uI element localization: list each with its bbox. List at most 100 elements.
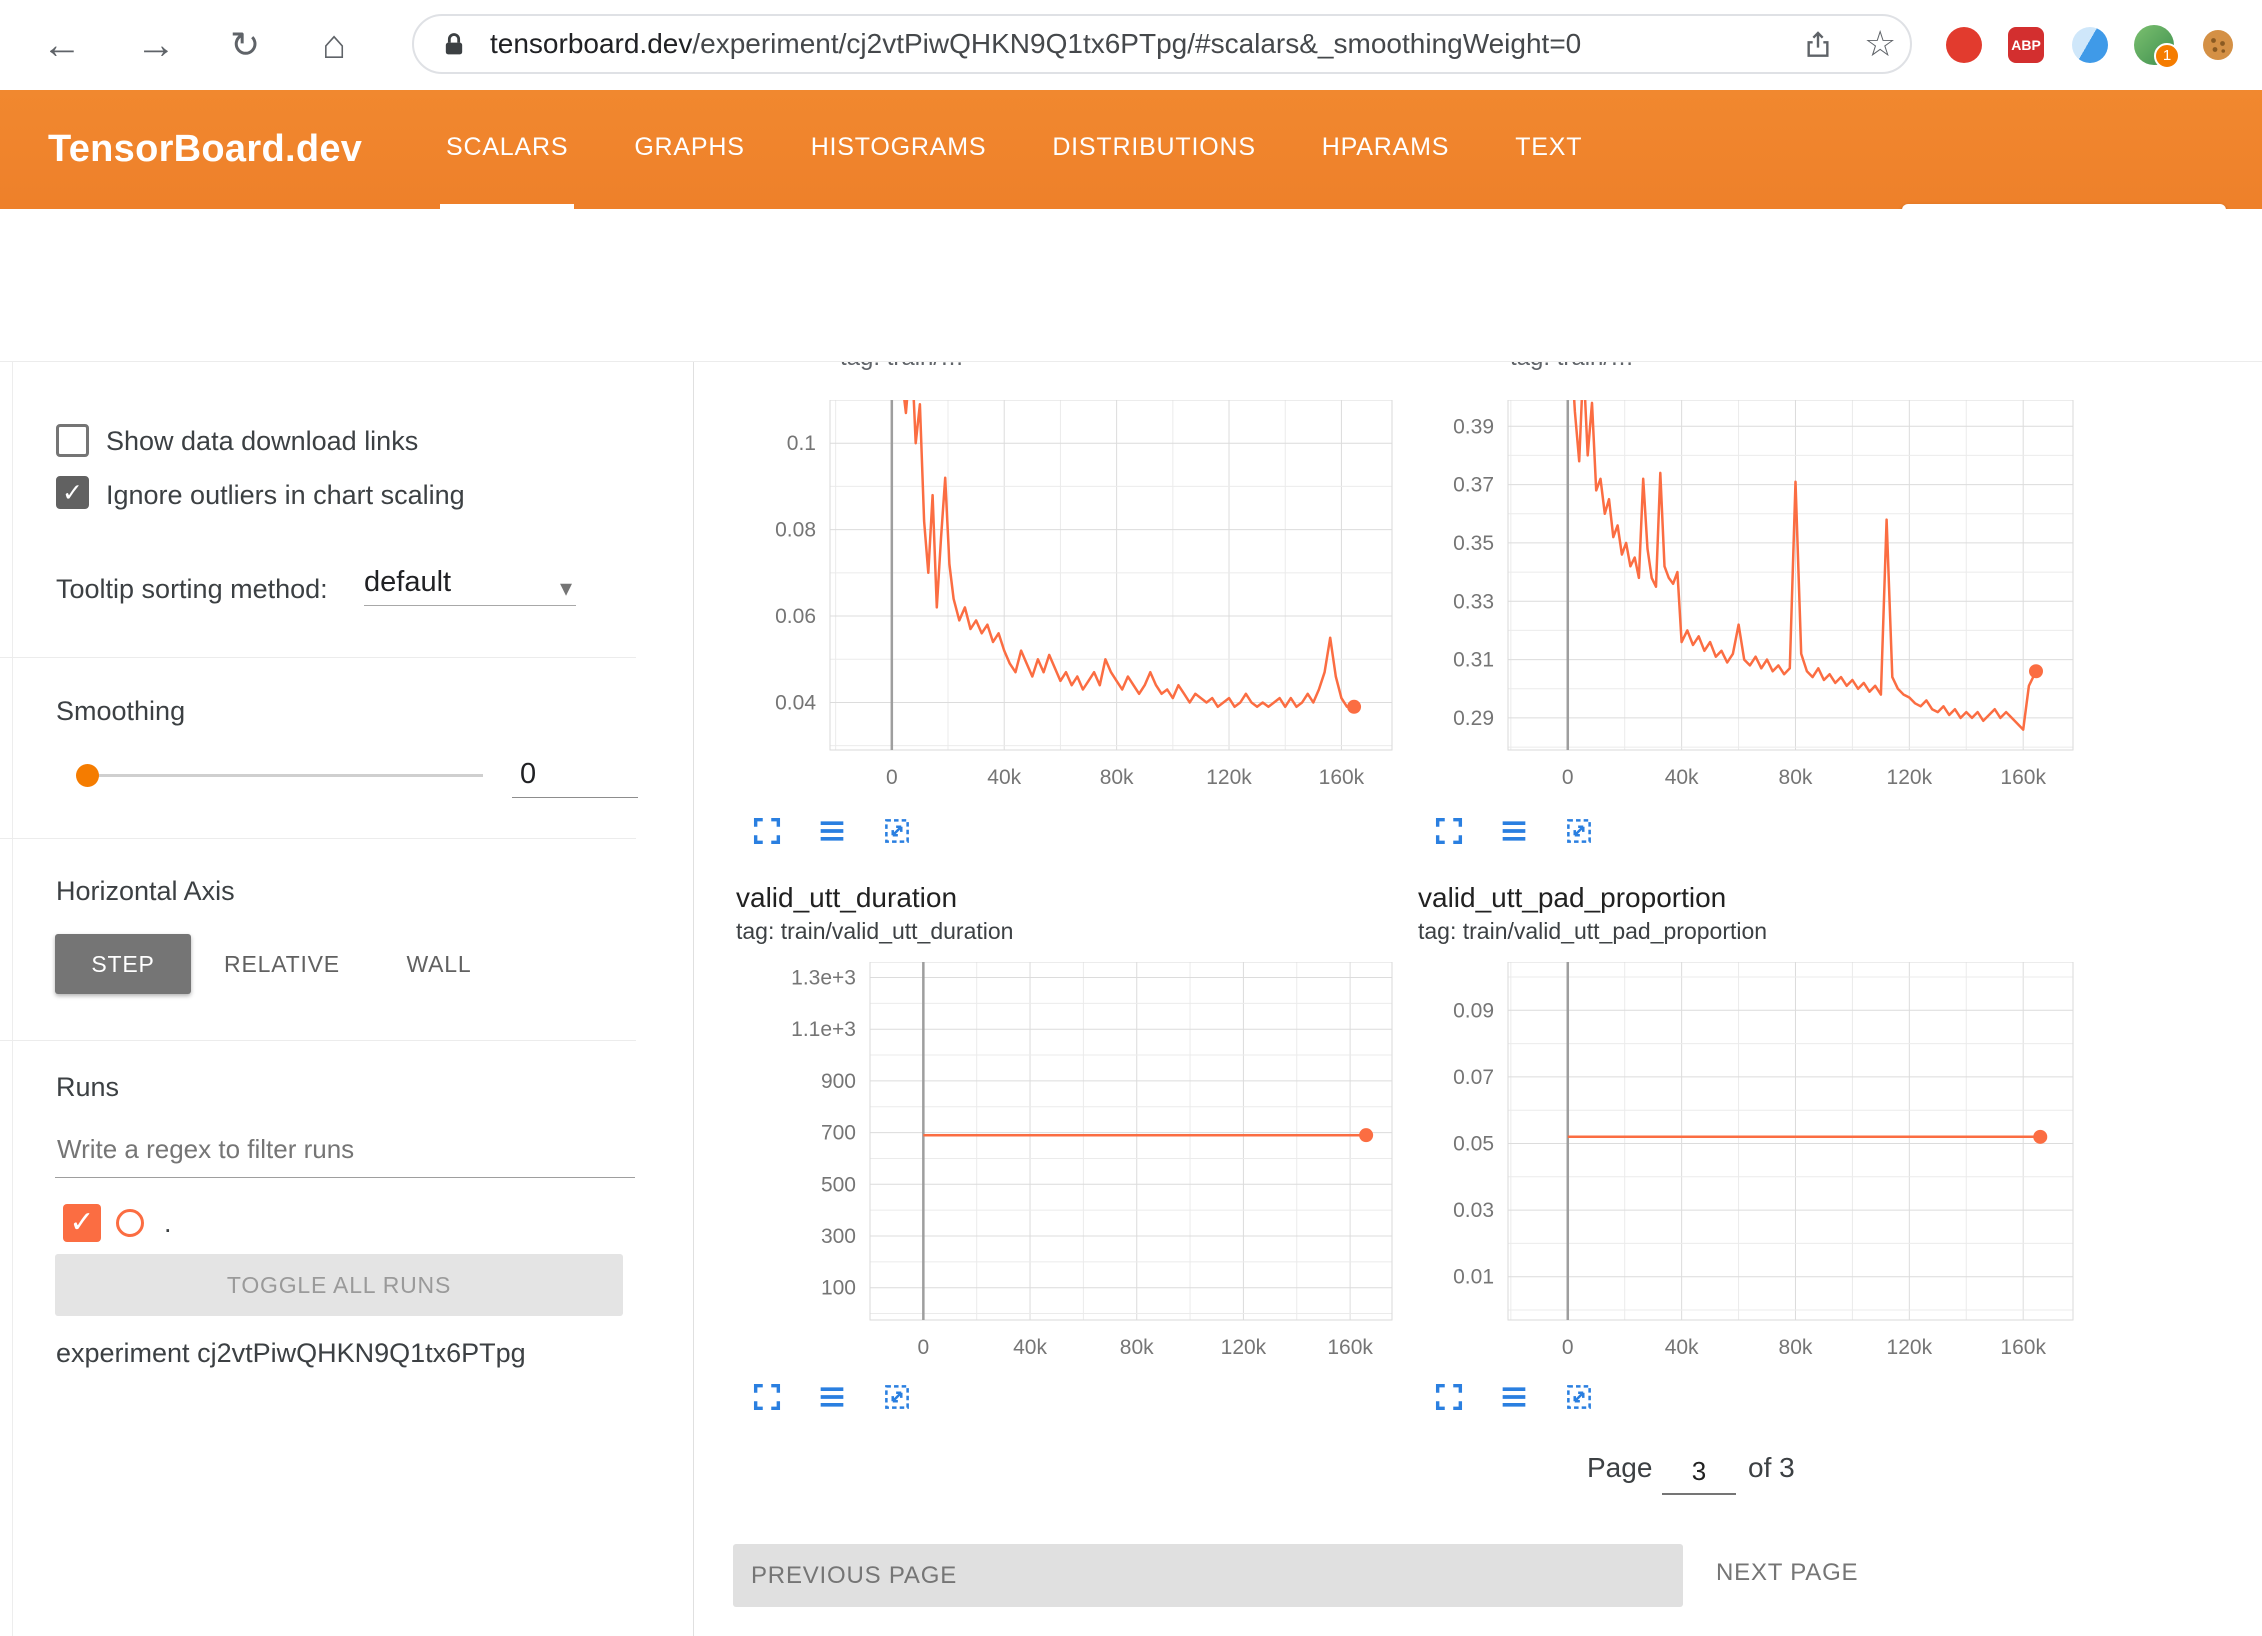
fit-domain-icon[interactable] — [1562, 1380, 1596, 1414]
reload-icon[interactable]: ↻ — [230, 0, 260, 90]
tab-hparams[interactable]: HPARAMS — [1316, 90, 1455, 209]
axis-relative-button[interactable]: RELATIVE — [191, 934, 373, 994]
tab-histograms[interactable]: HISTOGRAMS — [805, 90, 993, 209]
svg-text:0.01: 0.01 — [1453, 1266, 1494, 1289]
show-download-links-label: Show data download links — [106, 426, 418, 457]
data-lines-icon[interactable] — [815, 1380, 849, 1414]
address-bar[interactable]: tensorboard.dev/experiment/cj2vtPiwQHKN9… — [412, 14, 1912, 74]
profile-avatar[interactable]: 1 — [2134, 25, 2174, 65]
previous-page-button[interactable]: PREVIOUS PAGE — [733, 1544, 1683, 1607]
svg-text:0.29: 0.29 — [1453, 707, 1494, 730]
runs-filter-input[interactable] — [55, 1128, 635, 1178]
adblock-extension-icon[interactable] — [1946, 27, 1982, 63]
page-total-label: of 3 — [1748, 1452, 1795, 1484]
show-download-links-checkbox[interactable] — [56, 424, 89, 457]
home-icon[interactable]: ⌂ — [322, 0, 346, 90]
sidebar-edge-line — [12, 362, 13, 1636]
svg-text:160k: 160k — [1319, 766, 1365, 789]
fit-domain-icon[interactable] — [880, 814, 914, 848]
main-nav: SCALARS GRAPHS HISTOGRAMS DISTRIBUTIONS … — [440, 90, 1588, 209]
expand-chart-icon[interactable] — [1432, 814, 1466, 848]
svg-text:40k: 40k — [987, 766, 1021, 789]
svg-text:300: 300 — [821, 1225, 856, 1248]
chart-title: valid_utt_pad_proportion — [1418, 882, 1726, 914]
run-color-swatch[interactable] — [116, 1209, 144, 1237]
check-icon: ✓ — [69, 1206, 94, 1239]
abp-badge-text: ABP — [2008, 27, 2044, 63]
divider — [0, 1040, 636, 1041]
svg-text:0.1: 0.1 — [787, 432, 816, 455]
smoothing-slider-track[interactable] — [87, 774, 483, 777]
svg-text:80k: 80k — [1779, 1336, 1813, 1359]
charts-area: tag: train/… tag: train/… 040k80k120k160… — [694, 362, 2262, 1636]
svg-text:0.06: 0.06 — [775, 605, 816, 628]
tooltip-sorting-value: default — [364, 566, 451, 598]
run-name-label: . — [164, 1208, 172, 1239]
chevron-down-icon: ▾ — [560, 574, 572, 603]
forward-icon[interactable]: → — [136, 0, 176, 90]
svg-text:1.3e+3: 1.3e+3 — [791, 967, 856, 990]
svg-text:0: 0 — [1562, 1336, 1574, 1359]
svg-text:160k: 160k — [1327, 1336, 1373, 1359]
page-number-input[interactable] — [1662, 1454, 1736, 1495]
ignore-outliers-label: Ignore outliers in chart scaling — [106, 480, 465, 511]
fit-domain-icon[interactable] — [1562, 814, 1596, 848]
expand-chart-icon[interactable] — [750, 1380, 784, 1414]
svg-text:120k: 120k — [1221, 1336, 1267, 1359]
back-icon[interactable]: ← — [42, 0, 82, 90]
url-text[interactable]: tensorboard.dev/experiment/cj2vtPiwQHKN9… — [490, 16, 1581, 72]
horizontal-axis-label: Horizontal Axis — [56, 876, 235, 907]
smoothing-slider-thumb[interactable] — [76, 764, 99, 787]
divider — [0, 657, 636, 658]
svg-text:1.1e+3: 1.1e+3 — [791, 1018, 856, 1041]
svg-text:500: 500 — [821, 1173, 856, 1196]
cookie-icon[interactable] — [2200, 27, 2236, 63]
tab-graphs[interactable]: GRAPHS — [628, 90, 750, 209]
data-lines-icon[interactable] — [1497, 814, 1531, 848]
lock-icon — [440, 31, 468, 59]
axis-step-button[interactable]: STEP — [55, 934, 191, 994]
avatar-badge: 1 — [2154, 43, 2180, 69]
extension-icon[interactable] — [2072, 27, 2108, 63]
svg-text:120k: 120k — [1206, 766, 1252, 789]
expand-chart-icon[interactable] — [750, 814, 784, 848]
tooltip-sorting-label: Tooltip sorting method: — [56, 574, 328, 605]
svg-text:0.04: 0.04 — [775, 691, 816, 714]
svg-text:0.03: 0.03 — [1453, 1199, 1494, 1222]
svg-text:160k: 160k — [2000, 766, 2046, 789]
url-path: /experiment/cj2vtPiwQHKN9Q1tx6PTpg/#scal… — [692, 28, 1581, 59]
axis-wall-button[interactable]: WALL — [373, 934, 505, 994]
svg-text:0: 0 — [1562, 766, 1574, 789]
run-checkbox[interactable]: ✓ — [63, 1204, 101, 1242]
clipped-chart-header: tag: train/… — [840, 362, 1360, 392]
share-icon[interactable] — [1802, 29, 1834, 61]
tab-scalars[interactable]: SCALARS — [440, 90, 574, 209]
svg-text:80k: 80k — [1120, 1336, 1154, 1359]
tab-text[interactable]: TEXT — [1509, 90, 1588, 209]
page-label: Page — [1587, 1452, 1652, 1484]
expand-chart-icon[interactable] — [1432, 1380, 1466, 1414]
next-page-button[interactable]: NEXT PAGE — [1710, 1558, 1864, 1588]
fit-domain-icon[interactable] — [880, 1380, 914, 1414]
abp-extension-icon[interactable]: ABP — [2008, 27, 2044, 63]
svg-text:100: 100 — [821, 1277, 856, 1300]
app-logo[interactable]: TensorBoard.dev — [48, 90, 362, 209]
data-lines-icon[interactable] — [815, 814, 849, 848]
ignore-outliers-checkbox[interactable]: ✓ — [56, 476, 89, 509]
tab-distributions[interactable]: DISTRIBUTIONS — [1046, 90, 1261, 209]
smoothing-value-input[interactable] — [512, 754, 638, 798]
data-lines-icon[interactable] — [1497, 1380, 1531, 1414]
toggle-all-runs-button[interactable]: TOGGLE ALL RUNS — [55, 1254, 623, 1316]
bookmark-star-icon[interactable]: ☆ — [1864, 16, 1896, 72]
svg-text:700: 700 — [821, 1122, 856, 1145]
sub-header: Crea LSTM transducer training for LibriS… — [0, 209, 2262, 362]
app-header: TensorBoard.dev SCALARS GRAPHS HISTOGRAM… — [0, 90, 2262, 209]
runs-section-label: Runs — [56, 1072, 119, 1103]
svg-text:0: 0 — [886, 766, 898, 789]
svg-text:80k: 80k — [1779, 766, 1813, 789]
tooltip-sorting-dropdown[interactable]: default ▾ — [364, 566, 576, 606]
settings-sidebar: Show data download links ✓ Ignore outlie… — [0, 362, 694, 1636]
svg-text:40k: 40k — [1013, 1336, 1047, 1359]
svg-text:900: 900 — [821, 1070, 856, 1093]
svg-text:0.07: 0.07 — [1453, 1066, 1494, 1089]
